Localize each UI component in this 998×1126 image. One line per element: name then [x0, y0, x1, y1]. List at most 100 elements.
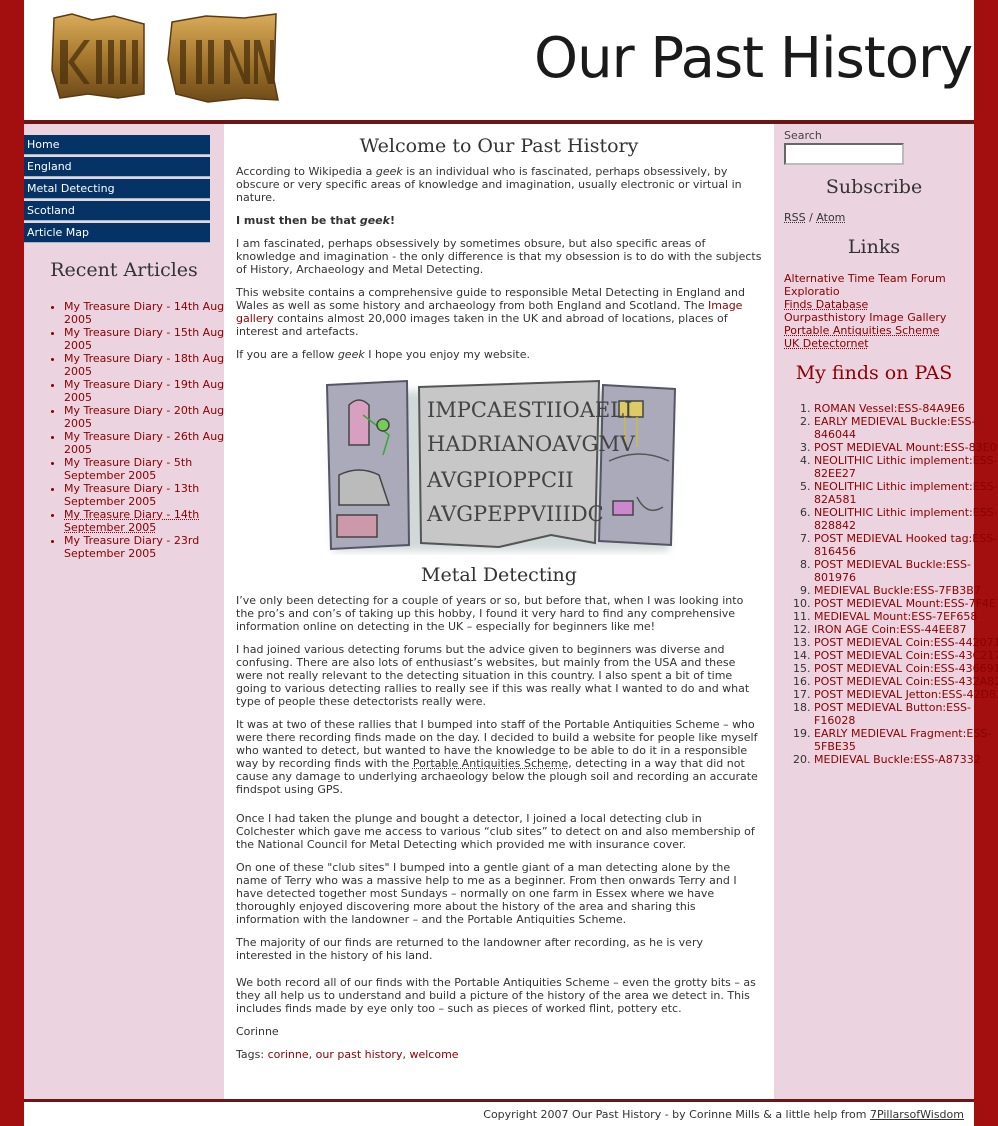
recent-article-link[interactable]: My Treasure Diary - 26th August 2005 [64, 430, 241, 456]
link-item[interactable]: Finds Database [784, 298, 969, 311]
search-label: Search [784, 129, 822, 142]
list-item: EARLY MEDIEVAL Fragment:ESS-5FBE35 [814, 727, 998, 753]
nav-home[interactable]: Home [24, 135, 210, 155]
nav-article-map[interactable]: Article Map [24, 223, 210, 243]
links-heading: Links [847, 236, 901, 258]
pas-find-link[interactable]: POST MEDIEVAL Hooked tag:ESS-816456 [814, 532, 997, 558]
site-header: Our Past History [24, 0, 974, 124]
nav-metal-detecting[interactable]: Metal Detecting [24, 179, 210, 199]
tag-link[interactable]: our past history [316, 1048, 403, 1061]
pas-find-link[interactable]: POST MEDIEVAL Mount:ESS-83E0E3 [814, 441, 998, 454]
site-footer: Copyright 2007 Our Past History - by Cor… [24, 1099, 974, 1126]
paragraph: I am fascinated, perhaps obsessively by … [236, 237, 762, 276]
site-logo[interactable] [48, 10, 282, 106]
pas-find-link[interactable]: POST MEDIEVAL Mount:ESS-7F4E73 [814, 597, 998, 610]
pas-find-link[interactable]: IRON AGE Coin:ESS-44EE87 [814, 623, 967, 636]
link-item[interactable]: Portable Antiquities Scheme [784, 324, 969, 337]
nav-scotland[interactable]: Scotland [24, 201, 210, 221]
list-item: POST MEDIEVAL Button:ESS-F16028 [814, 701, 998, 727]
pas-find-link[interactable]: MEDIEVAL Mount:ESS-7EF658 [814, 610, 977, 623]
atom-link[interactable]: Atom [816, 211, 845, 224]
list-item: IRON AGE Coin:ESS-44EE87 [814, 623, 998, 636]
site-title[interactable]: Our Past History [534, 26, 973, 91]
recent-articles-heading: Recent Articles [50, 259, 198, 281]
recent-article-link[interactable]: My Treasure Diary - 18th August 2005 [64, 352, 241, 378]
list-item: POST MEDIEVAL Coin:ESS-432A82 [814, 675, 998, 688]
recent-articles-list: My Treasure Diary - 14th August 2005 My … [24, 300, 254, 560]
link-item[interactable]: Exploratio [784, 285, 969, 298]
list-item: POST MEDIEVAL Mount:ESS-83E0E3 [814, 441, 998, 454]
pas-find-link[interactable]: POST MEDIEVAL Jetton:ESS-42D833 [814, 688, 998, 701]
inscription-line: AVGPEPPVIIIDC [426, 502, 604, 526]
pas-find-link[interactable]: NEOLITHIC Lithic implement:ESS-82A581 [814, 480, 998, 506]
paragraph: We both record all of our finds with the… [236, 976, 756, 1015]
search-input[interactable] [784, 143, 904, 165]
recent-article-link[interactable]: My Treasure Diary - 19th August 2005 [64, 378, 241, 404]
pas-find-link[interactable]: POST MEDIEVAL Button:ESS-F16028 [814, 701, 971, 727]
links-list: Alternative Time Team Forum Exploratio F… [784, 272, 969, 350]
list-item: NEOLITHIC Lithic implement:ESS-828842 [814, 506, 998, 532]
recent-article-link[interactable]: My Treasure Diary - 14th August 2005 [64, 300, 241, 326]
list-item: NEOLITHIC Lithic implement:ESS-82EE27 [814, 454, 998, 480]
recent-article-link[interactable]: My Treasure Diary - 20th August 2005 [64, 404, 241, 430]
article: Welcome to Our Past History According to… [236, 135, 762, 1071]
recent-article-link[interactable]: My Treasure Diary - 14th September 2005 [64, 508, 199, 534]
list-item: ROMAN Vessel:ESS-84A9E6 [814, 402, 998, 415]
list-item: NEOLITHIC Lithic implement:ESS-82A581 [814, 480, 998, 506]
paragraph: The majority of our finds are returned t… [236, 936, 703, 962]
paragraph: It was at two of these rallies that I bu… [236, 718, 758, 796]
tag-link[interactable]: corinne [268, 1048, 309, 1061]
pas-find-link[interactable]: EARLY MEDIEVAL Buckle:ESS-846044 [814, 415, 975, 441]
subscribe-heading: Subscribe [825, 176, 923, 198]
list-item: POST MEDIEVAL Mount:ESS-7F4E73 [814, 597, 998, 610]
list-item: POST MEDIEVAL Buckle:ESS-801976 [814, 558, 998, 584]
pas-find-link[interactable]: EARLY MEDIEVAL Fragment:ESS-5FBE35 [814, 727, 991, 753]
rss-link[interactable]: RSS [784, 211, 806, 224]
pas-find-link[interactable]: ROMAN Vessel:ESS-84A9E6 [814, 402, 965, 415]
nav-england[interactable]: England [24, 157, 210, 177]
welcome-heading: Welcome to Our Past History [359, 135, 639, 157]
credit-link[interactable]: 7PillarsofWisdom [870, 1108, 964, 1121]
paragraph: If you are a fellow geek I hope you enjo… [236, 348, 530, 361]
main-content: Welcome to Our Past History According to… [224, 124, 774, 1099]
page: Our Past History Home England Metal Dete… [24, 0, 998, 1126]
recent-article-link[interactable]: My Treasure Diary - 13th September 2005 [64, 482, 199, 508]
recent-article-link[interactable]: My Treasure Diary - 15th August 2005 [64, 326, 241, 352]
pas-find-link[interactable]: NEOLITHIC Lithic implement:ESS-828842 [814, 506, 998, 532]
copyright: Copyright 2007 Our Past History - by Cor… [483, 1108, 964, 1121]
link-item[interactable]: Ourpasthistory Image Gallery [784, 311, 969, 324]
metal-detecting-heading: Metal Detecting [421, 564, 577, 586]
pas-find-link[interactable]: POST MEDIEVAL Coin:ESS-442071 [814, 636, 998, 649]
list-item: MEDIEVAL Buckle:ESS-A87332 [814, 753, 998, 766]
inscription-line: IMPCAESTIIOAELI [427, 398, 632, 422]
roman-inscription-image: IMPCAESTIIOAELI HADRIANOAVGMV AVGPIOPPCI… [325, 379, 677, 551]
pas-find-link[interactable]: MEDIEVAL Buckle:ESS-7FB3B7 [814, 584, 981, 597]
recent-article-link[interactable]: My Treasure Diary - 5th September 2005 [64, 456, 192, 482]
link-item[interactable]: UK Detectornet [784, 337, 969, 350]
main-nav: Home England Metal Detecting Scotland Ar… [24, 135, 210, 245]
recent-article-link[interactable]: My Treasure Diary - 23rd September 2005 [64, 534, 199, 560]
inscription-line: AVGPIOPPCII [426, 468, 574, 492]
list-item: POST MEDIEVAL Coin:ESS-442071 [814, 636, 998, 649]
paragraph: I’ve only been detecting for a couple of… [236, 594, 744, 633]
tag-link[interactable]: welcome [409, 1048, 458, 1061]
link-item[interactable]: Alternative Time Team Forum [784, 272, 969, 285]
left-sidebar: Home England Metal Detecting Scotland Ar… [24, 124, 241, 1099]
inscription-line: HADRIANOAVGMV [427, 432, 636, 456]
paragraph: On one of these "club sites" I bumped in… [236, 861, 737, 926]
pas-find-link[interactable]: NEOLITHIC Lithic implement:ESS-82EE27 [814, 454, 998, 480]
list-item: POST MEDIEVAL Hooked tag:ESS-816456 [814, 532, 998, 558]
tags: Tags: corinne, our past history, welcome [236, 1048, 459, 1061]
pas-find-link[interactable]: POST MEDIEVAL Buckle:ESS-801976 [814, 558, 971, 584]
paragraph: Once I had taken the plunge and bought a… [236, 812, 755, 851]
pas-find-link[interactable]: POST MEDIEVAL Coin:ESS-432A82 [814, 675, 998, 688]
pas-find-link[interactable]: POST MEDIEVAL Coin:ESS-436691 [814, 662, 998, 675]
signature: Corinne [236, 1025, 279, 1038]
pas-find-link[interactable]: POST MEDIEVAL Coin:ESS-43C217 [814, 649, 998, 662]
list-item: MEDIEVAL Mount:ESS-7EF658 [814, 610, 998, 623]
list-item: EARLY MEDIEVAL Buckle:ESS-846044 [814, 415, 998, 441]
pas-finds-heading: My finds on PAS [795, 362, 953, 384]
pas-link[interactable]: Portable Antiquities Scheme [413, 757, 568, 770]
right-sidebar: Search Subscribe RSS / Atom Links Altern… [774, 124, 998, 1099]
pas-find-link[interactable]: MEDIEVAL Buckle:ESS-A87332 [814, 753, 981, 766]
